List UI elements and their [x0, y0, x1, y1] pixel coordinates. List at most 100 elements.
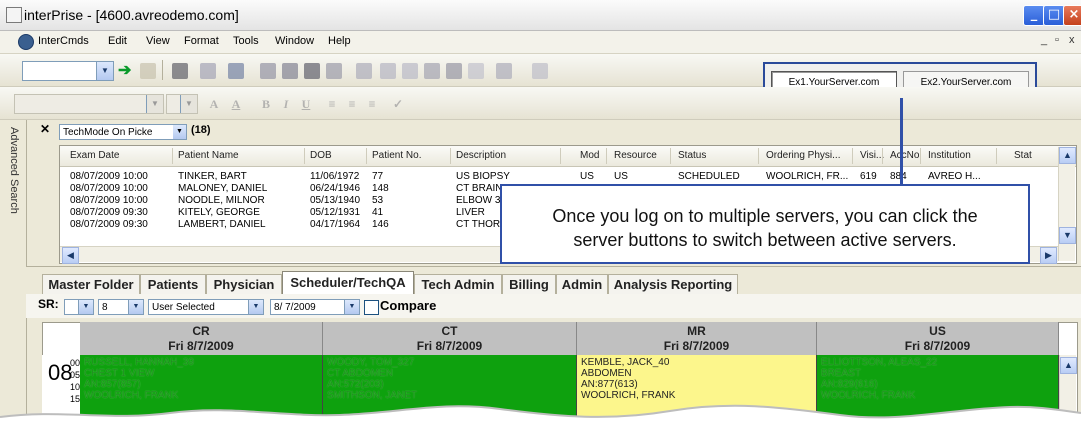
document-icon[interactable]	[18, 34, 34, 50]
modality-name: US	[929, 324, 946, 338]
menu-help[interactable]: Help	[328, 35, 351, 47]
modality-date: Fri 8/7/2009	[168, 339, 234, 353]
close-icon[interactable]: ✕	[40, 122, 50, 136]
tab-admin[interactable]: Admin	[556, 274, 608, 294]
column-header[interactable]: Patient Name	[178, 150, 239, 161]
minimize-button[interactable]: _	[1023, 5, 1045, 26]
tab-patients[interactable]: Patients	[140, 274, 206, 294]
tab-scheduler-techqa[interactable]: Scheduler/TechQA	[282, 271, 414, 295]
chevron-down-icon[interactable]: ▼	[173, 125, 186, 139]
grid-vertical-scrollbar[interactable]: ▲ ▼	[1058, 147, 1076, 261]
cell: 08/07/2009 10:00	[70, 183, 148, 194]
menu-tools[interactable]: Tools	[233, 35, 259, 47]
font-color-icon[interactable]: A	[228, 96, 244, 112]
column-header[interactable]: DOB	[310, 150, 332, 161]
forward-icon[interactable]	[260, 63, 276, 79]
font-name-combo[interactable]: ▼	[14, 94, 164, 114]
scroll-down-icon[interactable]: ▼	[1059, 227, 1076, 244]
bold-icon[interactable]: B	[258, 96, 274, 112]
print-preview-icon[interactable]	[282, 63, 298, 79]
column-header[interactable]: Description	[456, 150, 506, 161]
align-left-icon[interactable]: ≡	[324, 96, 340, 112]
scroll-left-icon[interactable]: ◀	[62, 247, 79, 264]
tools-icon[interactable]	[532, 63, 548, 79]
paste-icon[interactable]	[446, 63, 462, 79]
grid-icon[interactable]	[304, 63, 320, 79]
chevron-down-icon[interactable]: ▼	[96, 62, 113, 80]
menu-edit[interactable]: Edit	[108, 35, 127, 47]
column-header[interactable]: Ordering Physi...	[766, 150, 840, 161]
chevron-down-icon[interactable]: ▼	[248, 300, 263, 314]
font-grow-icon[interactable]: A	[206, 96, 222, 112]
menu-intercmds[interactable]: InterCmds	[38, 35, 89, 47]
cell: MALONEY, DANIEL	[178, 183, 268, 194]
cell: 08/07/2009 09:30	[70, 219, 148, 230]
toolbar-combo[interactable]: ▼	[22, 61, 114, 81]
column-header[interactable]: Exam Date	[70, 150, 119, 161]
scroll-up-icon[interactable]: ▲	[1060, 357, 1077, 374]
count-combo[interactable]: 8 ▼	[98, 299, 144, 315]
cell: 148	[372, 183, 389, 194]
tab-tech-admin[interactable]: Tech Admin	[414, 274, 502, 294]
application-window: interPrise - [4600.avreodemo.com] _ □ × …	[0, 0, 1081, 429]
close-button[interactable]: ×	[1063, 5, 1081, 26]
chevron-down-icon[interactable]: ▼	[78, 300, 93, 314]
tab-physician[interactable]: Physician	[206, 274, 282, 294]
column-header[interactable]: Resource	[614, 150, 657, 161]
scroll-right-icon[interactable]: ▶	[1040, 247, 1057, 264]
delete-icon[interactable]	[468, 63, 484, 79]
cell: LAMBERT, DANIEL	[178, 219, 266, 230]
menu-window[interactable]: Window	[275, 35, 314, 47]
column-header[interactable]: Visi...	[860, 150, 884, 161]
column-header[interactable]: Status	[678, 150, 706, 161]
maximize-button[interactable]: □	[1043, 5, 1065, 26]
chevron-down-icon[interactable]: ▼	[180, 95, 197, 113]
chevron-down-icon[interactable]: ▼	[146, 95, 163, 113]
column-header[interactable]: AccNo	[890, 150, 919, 161]
modality-header-us: US Fri 8/7/2009	[817, 322, 1059, 355]
chevron-down-icon[interactable]: ▼	[128, 300, 143, 314]
go-arrow-icon[interactable]: ➔	[118, 60, 136, 79]
undo-icon[interactable]	[380, 63, 396, 79]
column-header[interactable]: Stat	[1014, 150, 1032, 161]
minute-label: 00	[70, 358, 81, 368]
font-size-combo[interactable]: ▼	[166, 94, 198, 114]
search-mode-combo[interactable]: TechMode On Picke ▼	[59, 124, 187, 140]
mdi-restore-button[interactable]: ▫	[1055, 34, 1059, 46]
save-icon[interactable]	[228, 63, 244, 79]
image-icon[interactable]	[326, 63, 342, 79]
mdi-close-button[interactable]: x	[1069, 34, 1075, 46]
align-center-icon[interactable]: ≡	[344, 96, 360, 112]
title-bar: interPrise - [4600.avreodemo.com] _ □ ×	[0, 0, 1081, 31]
tab-billing[interactable]: Billing	[502, 274, 556, 294]
copy-icon[interactable]	[424, 63, 440, 79]
menu-view[interactable]: View	[146, 35, 170, 47]
column-header[interactable]: Patient No.	[372, 150, 421, 161]
tab-master-folder[interactable]: Master Folder	[42, 274, 140, 294]
advanced-search-tab[interactable]: Advanced Search	[6, 127, 20, 214]
mdi-minimize-button[interactable]: _	[1041, 34, 1047, 46]
date-picker[interactable]: 8/ 7/2009 ▼	[270, 299, 360, 315]
column-header[interactable]: Mod	[580, 150, 599, 161]
spell-check-icon[interactable]	[496, 63, 512, 79]
find-icon[interactable]	[356, 63, 372, 79]
appointment-patient: RUSSELL, HANNAH_39	[84, 357, 195, 368]
underline-icon[interactable]: U	[298, 96, 314, 112]
menu-format[interactable]: Format	[184, 35, 219, 47]
sr-combo[interactable]: ▼	[64, 299, 94, 315]
cut-icon[interactable]	[402, 63, 418, 79]
selection-mode-combo[interactable]: User Selected ▼	[148, 299, 264, 315]
open-icon[interactable]	[200, 63, 216, 79]
align-right-icon[interactable]: ≡	[364, 96, 380, 112]
compare-checkbox[interactable]	[364, 300, 379, 315]
column-header[interactable]: Institution	[928, 150, 971, 161]
tab-analysis-reporting[interactable]: Analysis Reporting	[608, 274, 738, 294]
italic-icon[interactable]: I	[278, 96, 294, 112]
spelling-icon[interactable]: ✓	[390, 96, 406, 112]
modality-date: Fri 8/7/2009	[416, 339, 483, 353]
scroll-up-icon[interactable]: ▲	[1059, 147, 1076, 164]
calendar-dropdown-icon[interactable]: ▼	[344, 300, 359, 314]
cell: 04/17/1964	[310, 219, 361, 230]
dropdown-icon[interactable]	[140, 63, 156, 79]
print-icon[interactable]	[172, 63, 188, 79]
